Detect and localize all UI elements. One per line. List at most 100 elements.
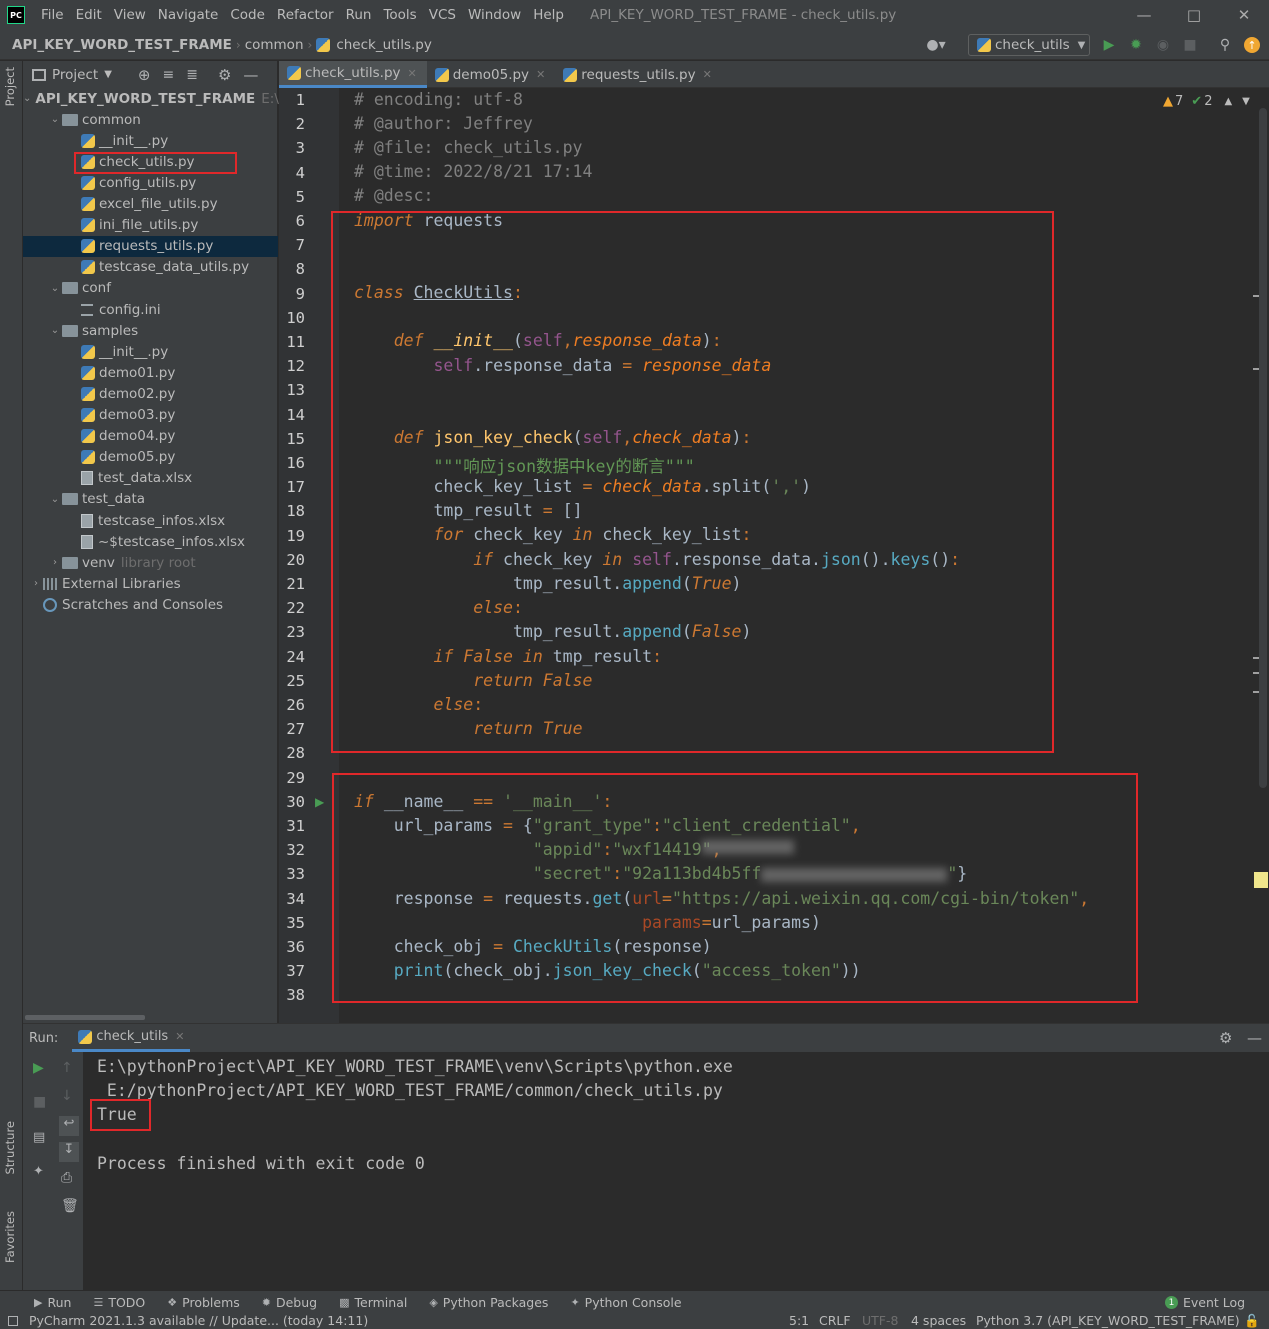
breadcrumb-common[interactable]: common — [241, 37, 308, 53]
caret-position[interactable]: 5:1 — [789, 1313, 809, 1328]
tree-item[interactable]: ~$testcase_infos.xlsx — [23, 531, 278, 552]
update-icon[interactable]: ↑ — [1244, 37, 1260, 53]
tree-item[interactable]: test_data.xlsx — [23, 468, 278, 489]
menu-refactor[interactable]: Refactor — [271, 7, 340, 23]
structure-tool-tab[interactable]: Structure — [3, 1121, 17, 1175]
lock-icon[interactable]: 🔓 — [1244, 1313, 1260, 1329]
scroll-to-end-icon[interactable]: ↧ — [59, 1142, 79, 1162]
collapse-all-icon[interactable]: ≣ — [186, 67, 198, 83]
chevron-down-icon[interactable]: ⌄ — [48, 494, 62, 505]
breadcrumb-project[interactable]: API_KEY_WORD_TEST_FRAME — [8, 37, 236, 53]
tool-run[interactable]: ▶ Run — [34, 1295, 71, 1310]
menu-edit[interactable]: Edit — [70, 7, 108, 23]
run-gutter-icon[interactable]: ▶ — [315, 795, 324, 809]
chevron-down-icon[interactable]: ⌄ — [48, 325, 62, 336]
status-message[interactable]: PyCharm 2021.1.3 available // Update... … — [29, 1313, 368, 1328]
tree-item[interactable]: › venv library root — [23, 552, 278, 573]
tool-todo[interactable]: ☰ TODO — [93, 1295, 145, 1310]
tab-requests-utils[interactable]: requests_utils.py ✕ — [555, 61, 722, 88]
chevron-right-icon[interactable]: › — [29, 578, 43, 589]
gear-icon[interactable]: ⚙ — [218, 66, 231, 84]
tree-item[interactable]: ⌄ common — [23, 109, 278, 130]
hide-panel-icon[interactable]: — — [1247, 1029, 1262, 1047]
file-encoding[interactable]: UTF-8 — [862, 1313, 898, 1328]
menu-tools[interactable]: Tools — [377, 7, 422, 23]
tree-item[interactable]: requests_utils.py — [23, 235, 278, 257]
close-tab-icon[interactable]: ✕ — [175, 1030, 184, 1043]
menu-file[interactable]: File — [35, 7, 70, 23]
soft-wrap-icon[interactable]: ↩ — [59, 1116, 79, 1136]
tree-item[interactable]: Scratches and Consoles — [23, 594, 278, 615]
run-configuration-select[interactable]: check_utils ▼ — [968, 34, 1090, 56]
inspection-widget[interactable]: ▲ 7 ✔ 2 ▲ ▼ — [1163, 94, 1250, 109]
gear-icon[interactable]: ⚙ — [1219, 1029, 1232, 1047]
tree-item[interactable]: ⌄ test_data — [23, 489, 278, 510]
expand-all-icon[interactable]: ≡ — [162, 67, 174, 83]
layout-icon[interactable]: ▤ — [33, 1130, 45, 1145]
menu-code[interactable]: Code — [224, 7, 271, 23]
tree-item[interactable]: demo01.py — [23, 362, 278, 383]
menu-navigate[interactable]: Navigate — [152, 7, 225, 23]
chevron-down-icon[interactable]: ⌄ — [48, 283, 62, 294]
tool-terminal[interactable]: ▩ Terminal — [339, 1295, 407, 1310]
project-view-label[interactable]: Project — [52, 67, 98, 83]
stop-icon[interactable]: ■ — [33, 1094, 46, 1110]
tree-item[interactable]: __init__.py — [23, 130, 278, 151]
tree-item[interactable]: ini_file_utils.py — [23, 215, 278, 236]
chevron-down-icon[interactable]: ▼ — [1242, 96, 1250, 107]
hide-panel-icon[interactable]: — — [243, 66, 258, 84]
tool-python-console[interactable]: ✦ Python Console — [570, 1295, 681, 1310]
menu-run[interactable]: Run — [340, 7, 378, 23]
trash-icon[interactable]: 🗑 — [61, 1198, 79, 1214]
tree-item[interactable]: demo02.py — [23, 383, 278, 404]
tree-item[interactable]: › External Libraries — [23, 573, 278, 594]
arrow-up-icon[interactable]: ↑ — [61, 1060, 73, 1076]
python-interpreter[interactable]: Python 3.7 (API_KEY_WORD_TEST_FRAME) — [976, 1313, 1240, 1328]
search-icon[interactable]: ⚲ — [1216, 36, 1234, 54]
chevron-down-icon[interactable]: ⌄ — [23, 93, 31, 104]
tree-item[interactable]: ⌄ conf — [23, 278, 278, 299]
tab-demo05[interactable]: demo05.py ✕ — [427, 61, 556, 88]
tree-item[interactable]: demo04.py — [23, 426, 278, 447]
user-icon[interactable]: ●▾ — [922, 36, 950, 54]
tree-item[interactable]: ⌄ API_KEY_WORD_TEST_FRAME E:\ — [23, 88, 279, 109]
tool-problems[interactable]: ❖ Problems — [167, 1295, 240, 1310]
maximize-icon[interactable]: □ — [1171, 0, 1217, 30]
menu-help[interactable]: Help — [527, 7, 570, 23]
tree-item[interactable]: demo05.py — [23, 447, 278, 468]
tree-item[interactable]: demo03.py — [23, 405, 278, 426]
close-window-icon[interactable]: ✕ — [1221, 0, 1267, 30]
tab-check-utils[interactable]: check_utils.py ✕ — [279, 61, 427, 88]
menu-view[interactable]: View — [108, 7, 152, 23]
debug-icon[interactable]: ✹ — [1127, 36, 1145, 54]
arrow-down-icon[interactable]: ↓ — [61, 1088, 73, 1104]
chevron-right-icon[interactable]: › — [48, 557, 62, 568]
pin-icon[interactable]: ✦ — [33, 1164, 44, 1179]
tool-debug[interactable]: ✹ Debug — [262, 1295, 317, 1310]
stop-icon[interactable]: ■ — [1181, 36, 1199, 54]
close-tab-icon[interactable]: ✕ — [703, 68, 712, 81]
menu-vcs[interactable]: VCS — [423, 7, 462, 23]
line-separator[interactable]: CRLF — [819, 1313, 851, 1328]
tree-item[interactable]: __init__.py — [23, 341, 278, 362]
coverage-icon[interactable]: ◉ — [1154, 36, 1172, 54]
horizontal-scrollbar[interactable] — [25, 1015, 145, 1020]
indent-setting[interactable]: 4 spaces — [911, 1313, 966, 1328]
tool-python-packages[interactable]: ◈ Python Packages — [429, 1295, 548, 1310]
minimize-icon[interactable]: — — [1121, 0, 1167, 30]
locate-file-icon[interactable]: ⊕ — [138, 66, 151, 84]
close-tab-icon[interactable]: ✕ — [408, 67, 417, 80]
breadcrumb-file[interactable]: check_utils.py — [332, 37, 436, 53]
tree-item[interactable]: config.ini — [23, 299, 278, 320]
tree-item[interactable]: excel_file_utils.py — [23, 194, 278, 215]
tree-item[interactable]: testcase_infos.xlsx — [23, 510, 278, 531]
run-tab-check-utils[interactable]: check_utils ✕ — [72, 1024, 191, 1052]
close-tab-icon[interactable]: ✕ — [536, 68, 545, 81]
event-log[interactable]: 1 Event Log — [1165, 1295, 1245, 1310]
chevron-down-icon[interactable]: ▼ — [104, 69, 112, 80]
toggle-tool-windows-icon[interactable] — [8, 1316, 18, 1326]
tree-item[interactable]: ⌄ samples — [23, 320, 278, 341]
vertical-scrollbar[interactable] — [1259, 108, 1267, 788]
run-icon[interactable]: ▶ — [1100, 36, 1118, 54]
tree-item[interactable]: config_utils.py — [23, 172, 278, 193]
